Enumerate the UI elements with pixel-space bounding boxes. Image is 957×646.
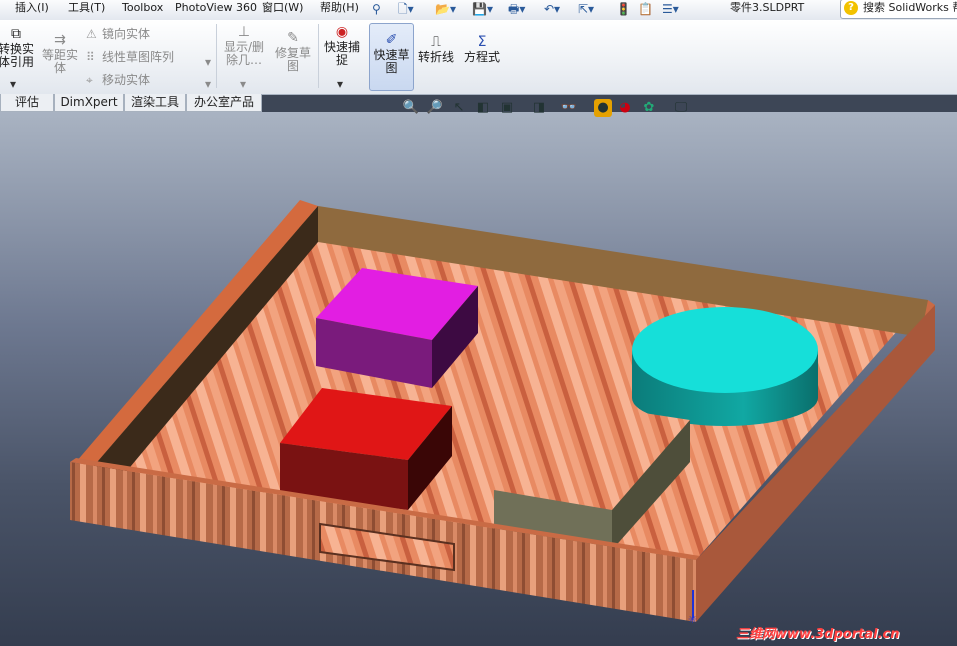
move-entities-icon: ⌖ [86, 73, 93, 87]
tab-dimxpert[interactable]: DimXpert [54, 94, 124, 112]
help-search-placeholder: 搜索 SolidWorks 帮 [863, 1, 957, 14]
linear-pattern-icon: ⠿ [86, 50, 95, 64]
linear-pattern-label: 线性草图阵列 [102, 50, 175, 64]
equations-label: 方程式 [463, 50, 500, 64]
zoom-to-fit-icon[interactable]: 🔍 [402, 99, 420, 117]
repair-sketch-button[interactable]: ✎ 修复草 图 [270, 30, 316, 73]
help-search-input[interactable]: ? 搜索 SolidWorks 帮 [840, 0, 957, 19]
offset-entities-button[interactable]: ⇉ 等距实 体 [40, 32, 80, 75]
tab-evaluate[interactable]: 评估 [0, 94, 54, 112]
tab-office-products[interactable]: 办公室产品 [186, 94, 262, 112]
apply-scene-icon[interactable]: ◕ [616, 99, 634, 117]
graphics-viewport[interactable]: ✳ [0, 112, 957, 646]
view-orientation-icon[interactable]: ▣ [498, 99, 516, 117]
move-entities-label: 移动实体 [102, 73, 151, 87]
edit-appearance-icon[interactable]: ● [594, 99, 612, 117]
options-icon[interactable]: ☰▾ [662, 1, 679, 18]
tab-render-tools[interactable]: 渲染工具 [124, 94, 186, 112]
mirror-entities-label: 镜向实体 [102, 27, 151, 41]
relations-dropdown-icon[interactable]: ▾ [240, 76, 246, 92]
quick-snaps-label: 快速捕 捉 [323, 40, 360, 67]
rapid-sketch-label: 快速草 图 [373, 48, 410, 75]
new-document-icon[interactable]: 🗋▾ [398, 1, 414, 18]
ribbon-separator [216, 24, 217, 88]
menu-toolbox[interactable]: Toolbox [122, 0, 163, 20]
pin-icon[interactable]: ⚲ [372, 1, 381, 18]
display-style-icon[interactable]: ◨ [530, 99, 548, 117]
help-question-icon: ? [844, 1, 858, 15]
command-manager-ribbon: ⧉ 转换实 体引用 ▾ ⇉ 等距实 体 ⚠ 镜向实体 ⠿ 线性草图阵列 ⌖ 移动实体 … [0, 20, 957, 95]
repair-sketch-label: 修复草 图 [274, 46, 311, 73]
zoom-to-area-icon[interactable]: 🔎 [426, 99, 444, 117]
rapid-sketch-button[interactable]: ✐ 快速草 图 [369, 23, 414, 91]
quick-snaps-icon: ◉ [335, 24, 349, 40]
jog-line-icon: ⎍ [431, 34, 441, 50]
menu-window[interactable]: 窗口(W) [262, 0, 303, 20]
equations-button[interactable]: Σ 方程式 [462, 34, 502, 64]
previous-view-icon[interactable]: ↖ [450, 99, 468, 117]
convert-entities-icon: ⧉ [11, 26, 21, 42]
menu-photoview[interactable]: PhotoView 360 [175, 0, 257, 20]
part-model: ✳ [70, 200, 935, 626]
move-dropdown-icon[interactable]: ▾ [205, 76, 211, 92]
undo-icon[interactable]: ↶▾ [544, 1, 560, 18]
open-folder-icon[interactable]: 📂▾ [435, 1, 456, 18]
cyan-cylinder-top [632, 307, 818, 393]
ribbon-separator [318, 24, 319, 88]
menu-tools[interactable]: 工具(T) [68, 0, 105, 20]
convert-entities-button[interactable]: ⧉ 转换实 体引用 [0, 26, 36, 69]
view-settings-icon[interactable]: ✿ [640, 99, 658, 117]
show-delete-label: 显示/删 除几… [223, 40, 265, 67]
menu-bar: 插入(I) 工具(T) Toolbox PhotoView 360 窗口(W) … [0, 0, 957, 21]
hide-show-items-icon[interactable]: 👓 [560, 99, 578, 117]
rebuild-icon[interactable]: 🚦 [616, 1, 631, 18]
snaps-dropdown-icon[interactable]: ▾ [337, 76, 343, 92]
origin-axis-mark: ✳ [688, 613, 697, 626]
menu-help[interactable]: 帮助(H) [320, 0, 359, 20]
relations-icon: ⊥ [237, 24, 251, 40]
sigma-icon: Σ [477, 34, 487, 50]
mirror-entities-button[interactable]: ⚠ 镜向实体 [86, 26, 150, 42]
pattern-dropdown-icon[interactable]: ▾ [205, 54, 211, 70]
jog-line-button[interactable]: ⎍ 转折线 [416, 34, 456, 64]
convert-dropdown-icon[interactable]: ▾ [10, 76, 16, 92]
print-icon[interactable]: 🖶▾ [508, 1, 525, 18]
menu-insert[interactable]: 插入(I) [15, 0, 49, 20]
save-icon[interactable]: 💾▾ [472, 1, 493, 18]
convert-entities-label: 转换实 体引用 [0, 42, 34, 69]
linear-pattern-button[interactable]: ⠿ 线性草图阵列 [86, 49, 174, 65]
move-entities-button[interactable]: ⌖ 移动实体 [86, 72, 150, 88]
section-view-icon[interactable]: ◧ [474, 99, 492, 117]
jog-line-label: 转折线 [417, 50, 454, 64]
offset-entities-label: 等距实 体 [41, 48, 78, 75]
select-cursor-icon[interactable]: ⇱▾ [578, 1, 594, 18]
show-delete-relations-button[interactable]: ⊥ 显示/删 除几… [220, 24, 268, 67]
watermark: 三维网www.3dportal.cn [736, 627, 900, 642]
display-pane-icon[interactable]: 🖵 [672, 99, 690, 117]
file-properties-icon[interactable]: 📋 [638, 1, 653, 18]
offset-entities-icon: ⇉ [54, 32, 66, 48]
quick-snaps-button[interactable]: ◉ 快速捕 捉 [320, 24, 364, 67]
mirror-icon: ⚠ [86, 27, 97, 41]
repair-sketch-icon: ✎ [287, 30, 299, 46]
document-title: 零件3.SLDPRT [730, 1, 805, 14]
rapid-sketch-icon: ✐ [385, 32, 398, 48]
